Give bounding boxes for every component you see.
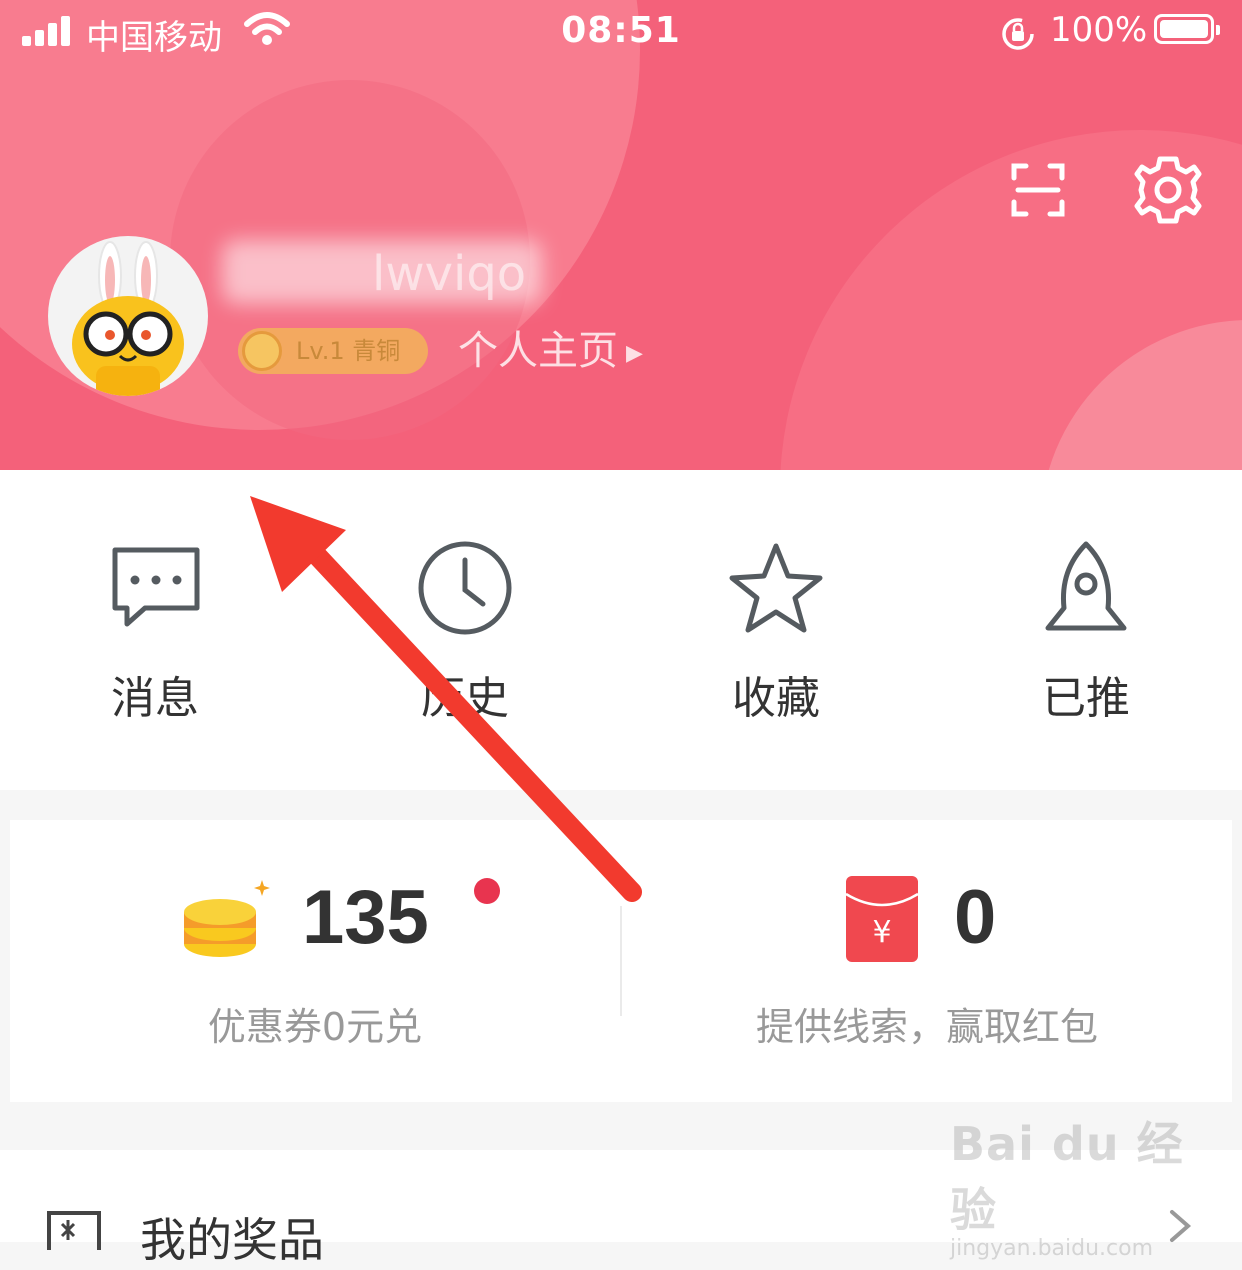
coins-section[interactable]: 135 优惠券0元兑 bbox=[10, 820, 620, 1102]
quick-nav: 消息 历史 收藏 已推 bbox=[0, 470, 1242, 790]
rewards-card: 135 优惠券0元兑 ¥ 0 提供线索，赢取红包 bbox=[10, 820, 1232, 1102]
nav-recommended[interactable]: 已推 bbox=[976, 540, 1196, 730]
scan-icon[interactable] bbox=[1008, 160, 1068, 220]
red-envelope-count: 0 bbox=[954, 875, 997, 960]
status-bar: 中国移动 08:51 100% bbox=[0, 0, 1242, 64]
red-envelope-section[interactable] bbox=[622, 820, 1232, 1102]
username: lwviqo bbox=[222, 240, 542, 304]
coin-count: 135 bbox=[302, 875, 429, 960]
triangle-right-icon: ▶ bbox=[626, 340, 643, 366]
nav-history[interactable]: 历史 bbox=[355, 540, 575, 730]
clock-icon bbox=[418, 541, 512, 635]
profile-page-link[interactable]: 个人主页 ▶ bbox=[458, 318, 643, 376]
rotation-lock-icon bbox=[1002, 18, 1034, 50]
red-envelope-icon: ¥ bbox=[846, 876, 918, 962]
star-icon bbox=[729, 543, 823, 633]
rocket-icon bbox=[1045, 541, 1127, 631]
battery-percent: 100% bbox=[1050, 10, 1148, 50]
nav-label: 收藏 bbox=[732, 673, 820, 724]
level-badge[interactable]: Lv.1 青铜 bbox=[238, 328, 428, 374]
chevron-right-icon bbox=[1170, 1210, 1192, 1242]
nav-label: 历史 bbox=[421, 673, 509, 724]
my-prizes-label: 我的奖品 bbox=[140, 1213, 324, 1267]
username-text: lwviqo bbox=[372, 246, 527, 302]
avatar[interactable] bbox=[48, 236, 208, 396]
my-prizes-row[interactable]: 我的奖品 bbox=[0, 1150, 1242, 1267]
level-text: Lv.1 青铜 bbox=[296, 337, 401, 365]
nav-messages[interactable]: 消息 bbox=[45, 540, 265, 730]
battery-icon bbox=[1154, 14, 1220, 44]
nav-label: 消息 bbox=[111, 673, 199, 724]
medal-icon bbox=[242, 331, 282, 371]
svg-text:¥: ¥ bbox=[872, 915, 891, 950]
clue-subtitle: 提供线索，赢取红包 bbox=[755, 1005, 1098, 1049]
gear-icon[interactable] bbox=[1132, 154, 1204, 226]
message-icon bbox=[112, 547, 200, 627]
coins-icon bbox=[184, 880, 270, 957]
profile-header: 中国移动 08:51 100% lwviqo Lv.1 青铜 个人主页 ▶ bbox=[0, 0, 1242, 470]
profile-link-label: 个人主页 bbox=[458, 328, 618, 374]
coupon-subtitle: 优惠券0元兑 bbox=[207, 1005, 423, 1049]
notification-dot bbox=[474, 878, 500, 904]
gift-box-icon bbox=[47, 1211, 101, 1250]
nav-favorites[interactable]: 收藏 bbox=[666, 540, 886, 730]
rabbit-avatar-icon bbox=[72, 241, 184, 396]
nav-label: 已推 bbox=[1042, 673, 1130, 724]
